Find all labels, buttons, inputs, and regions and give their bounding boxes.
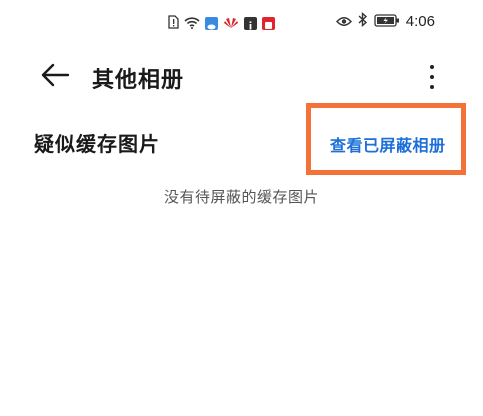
app-bar: 其他相册 bbox=[0, 50, 483, 106]
status-right-icons: 4:06 bbox=[335, 11, 435, 31]
red-app-icon bbox=[262, 17, 275, 30]
weather-icon bbox=[205, 17, 218, 30]
view-hidden-album-link[interactable]: 查看已屏蔽相册 bbox=[330, 132, 446, 156]
more-vertical-icon-dot bbox=[430, 75, 434, 79]
huawei-icon bbox=[223, 14, 239, 33]
more-options-button[interactable] bbox=[420, 58, 444, 96]
battery-icon bbox=[374, 12, 400, 31]
section-title: 疑似缓存图片 bbox=[34, 132, 160, 156]
bluetooth-icon bbox=[358, 11, 368, 31]
sim-alert-icon bbox=[168, 14, 179, 33]
more-vertical-icon bbox=[430, 65, 434, 69]
back-button[interactable] bbox=[38, 60, 72, 94]
status-time: 4:06 bbox=[405, 13, 435, 30]
info-app-icon bbox=[244, 17, 257, 30]
empty-state-message: 没有待屏蔽的缓存图片 bbox=[163, 188, 319, 206]
wifi-icon bbox=[184, 14, 200, 33]
eye-icon bbox=[335, 12, 352, 31]
more-vertical-icon-dot bbox=[430, 85, 434, 89]
back-arrow-icon bbox=[40, 63, 70, 91]
status-left-icons bbox=[168, 14, 275, 33]
status-bar: 4:06 bbox=[0, 0, 483, 44]
page-title: 其他相册 bbox=[92, 68, 185, 93]
